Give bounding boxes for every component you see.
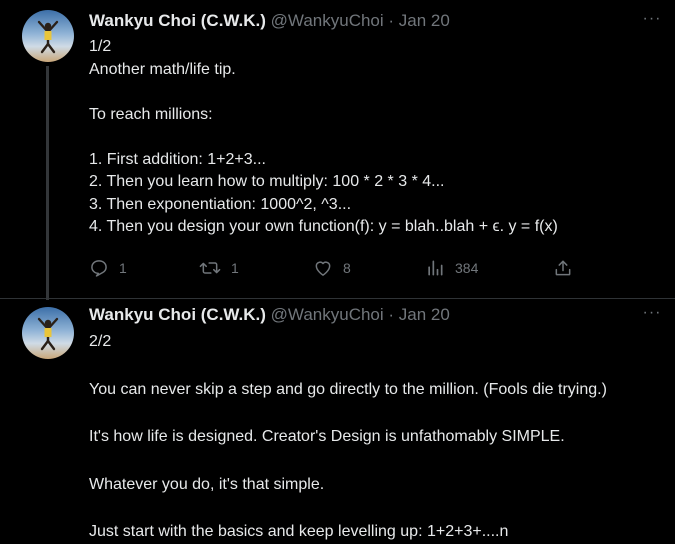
retweet-button[interactable]: 1 (199, 256, 239, 280)
tweet-date[interactable]: Jan 20 (399, 11, 450, 30)
thread-connector (46, 66, 49, 300)
views-icon (428, 260, 443, 276)
separator: · (388, 11, 395, 30)
avatar[interactable] (22, 307, 74, 359)
share-button[interactable] (553, 256, 583, 280)
tweet-header: Wankyu Choi (C.W.K.) @WankyuChoi · Jan 2… (89, 305, 450, 327)
person-jumping-icon (37, 20, 59, 54)
avatar[interactable] (22, 10, 74, 62)
reply-count: 1 (119, 260, 127, 276)
like-button[interactable]: 8 (313, 256, 351, 280)
author-name[interactable]: Wankyu Choi (C.W.K.) (89, 11, 266, 30)
author-handle[interactable]: @WankyuChoi (271, 11, 384, 30)
reply-button[interactable]: 1 (89, 256, 127, 280)
tweet-header: Wankyu Choi (C.W.K.) @WankyuChoi · Jan 2… (89, 11, 450, 33)
retweet-count: 1 (231, 260, 239, 276)
more-icon[interactable]: ··· (641, 11, 663, 28)
tweet-date[interactable]: Jan 20 (399, 305, 450, 324)
separator: · (388, 305, 395, 324)
author-name[interactable]: Wankyu Choi (C.W.K.) (89, 305, 266, 324)
tweet-text: 1/2 Another math/life tip. To reach mill… (89, 38, 558, 235)
more-icon[interactable]: ··· (641, 305, 663, 322)
views-count: 384 (455, 260, 479, 276)
like-count: 8 (343, 260, 351, 276)
person-jumping-icon (37, 317, 59, 351)
tweet-1[interactable]: Wankyu Choi (C.W.K.) @WankyuChoi · Jan 2… (0, 0, 675, 300)
tweet-text: 2/2 You can never skip a step and go dir… (89, 333, 607, 541)
reply-icon (91, 260, 107, 277)
tweet-2[interactable]: Wankyu Choi (C.W.K.) @WankyuChoi · Jan 2… (0, 299, 675, 540)
views-button[interactable]: 384 (425, 256, 478, 280)
like-icon (315, 261, 331, 276)
retweet-icon (199, 262, 221, 274)
tweet-actions: 1 1 8 384 (89, 256, 579, 280)
author-handle[interactable]: @WankyuChoi (271, 305, 384, 324)
share-icon (555, 260, 571, 276)
